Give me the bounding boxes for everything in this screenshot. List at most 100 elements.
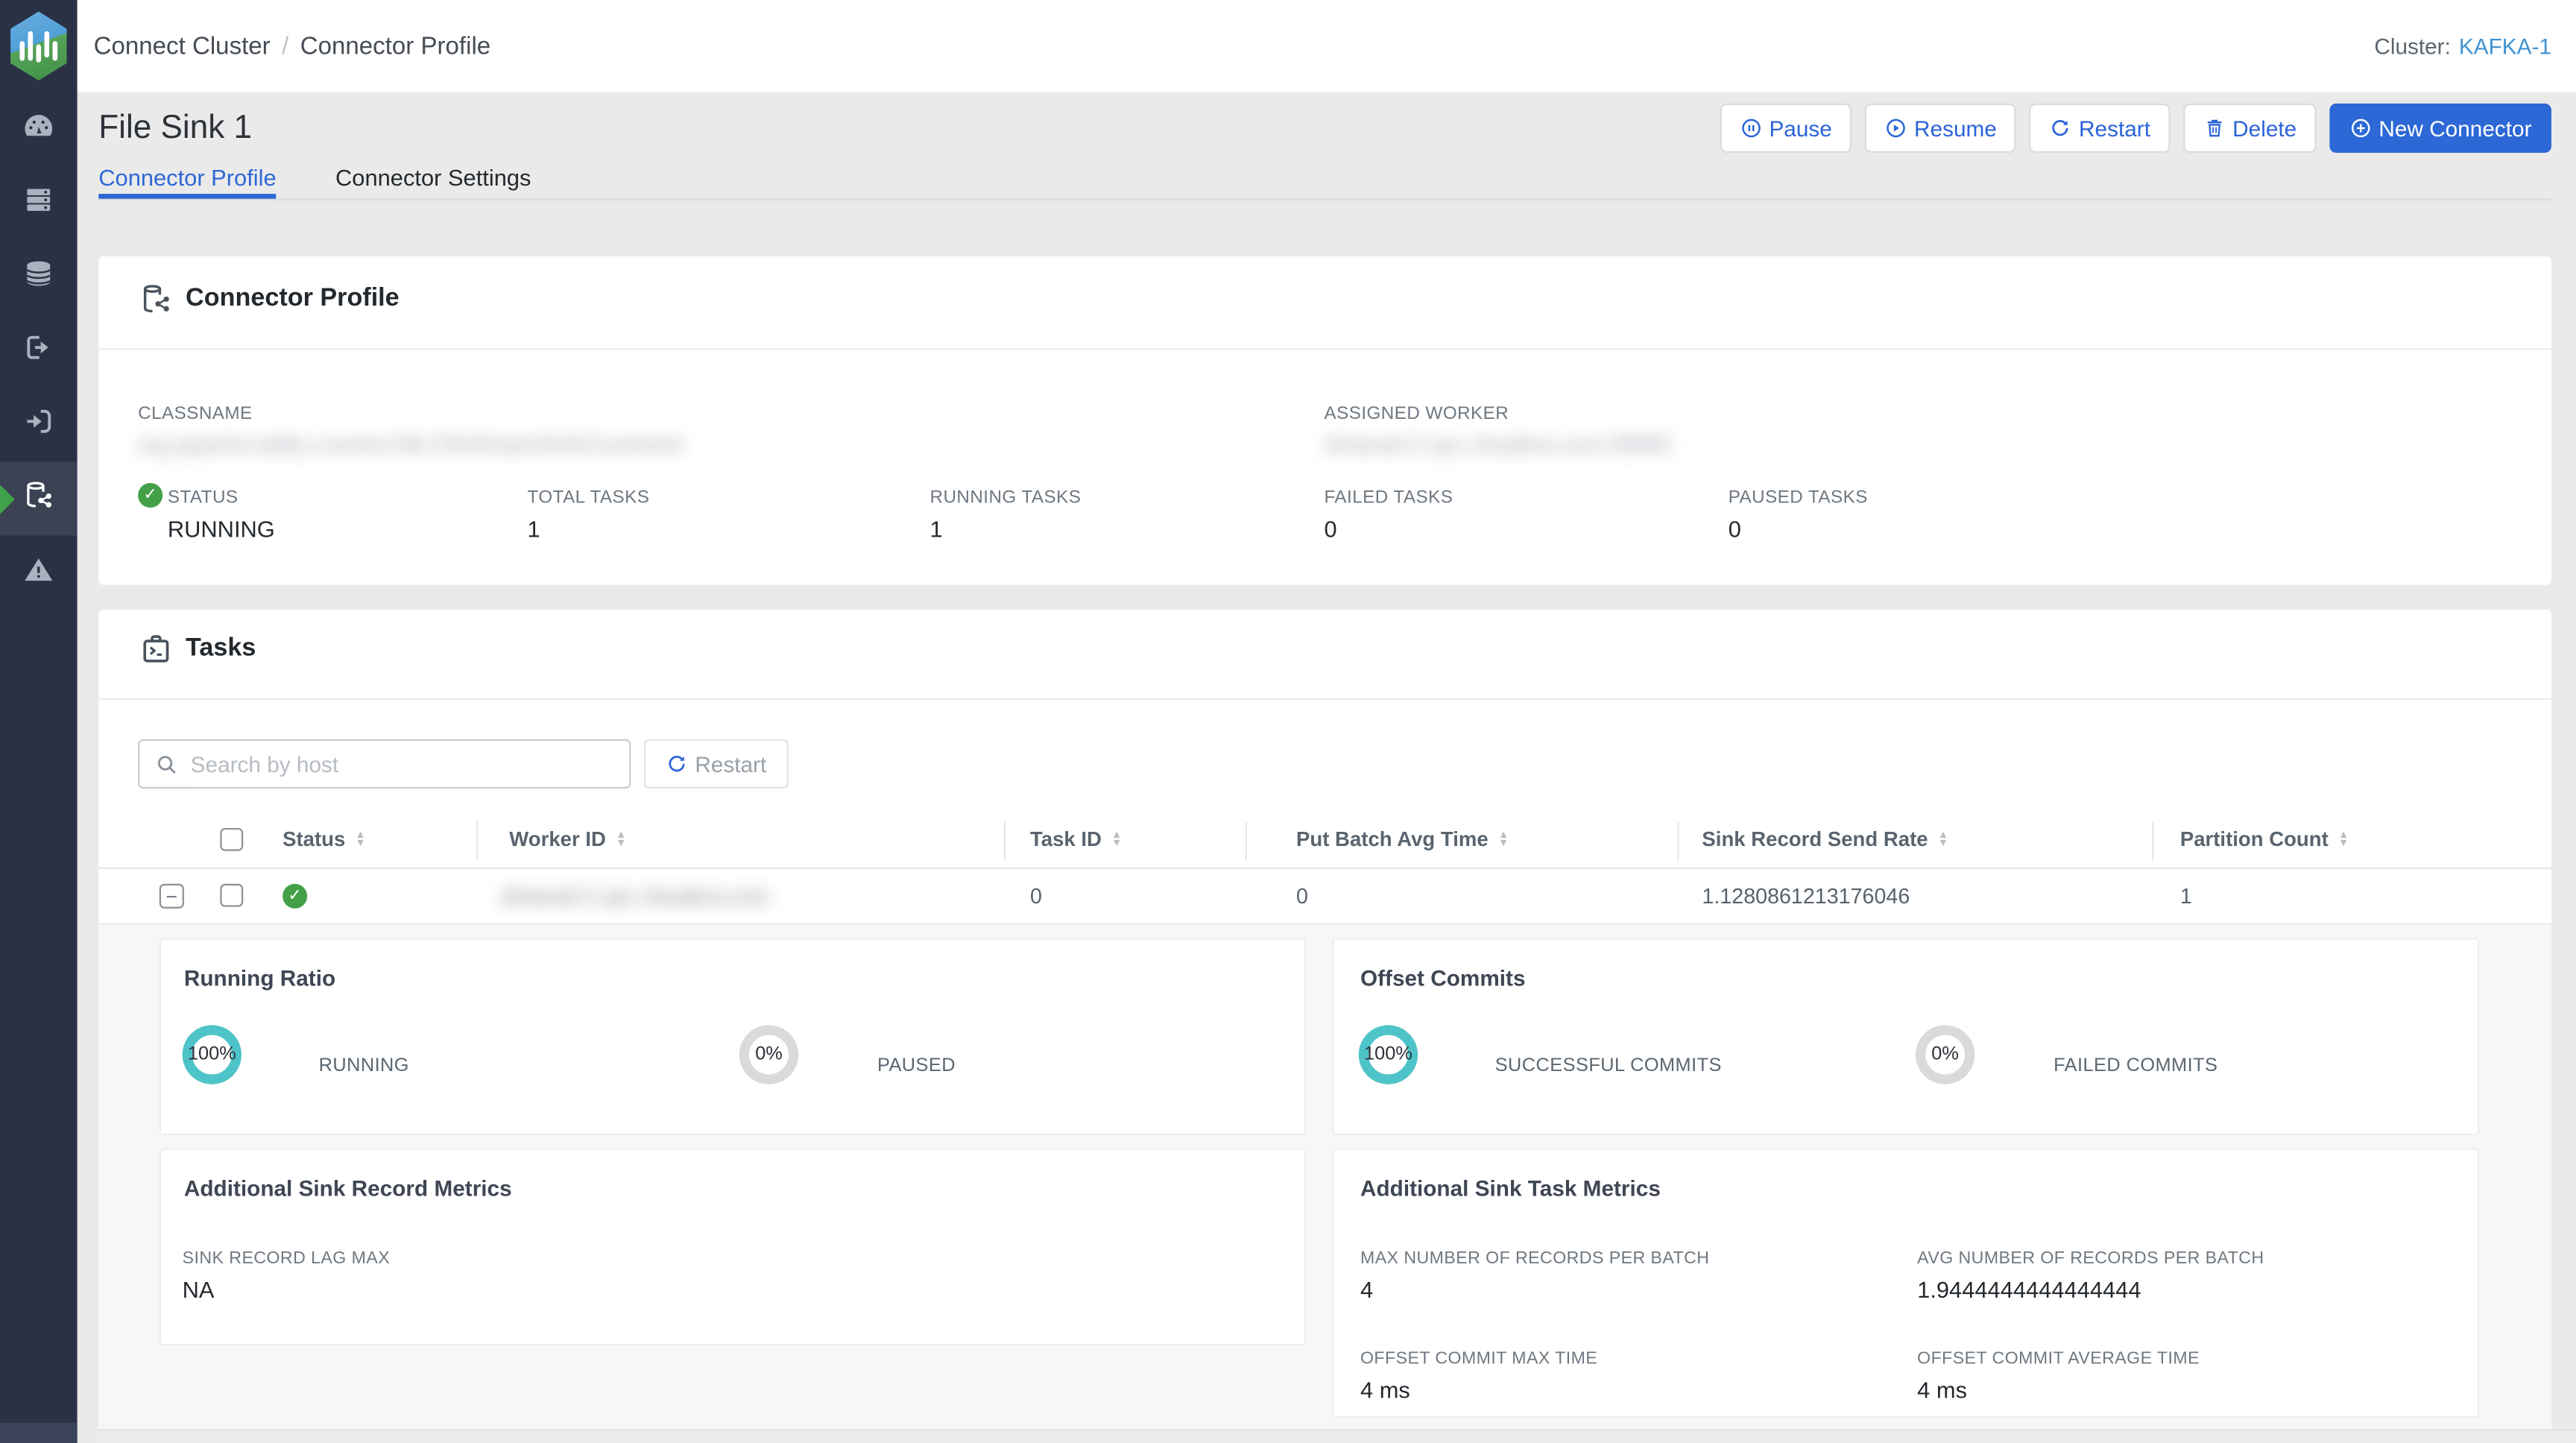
tab-connector-profile[interactable]: Connector Profile bbox=[98, 164, 276, 198]
task-status-running-icon: ✓ bbox=[282, 884, 307, 909]
breadcrumb-separator: / bbox=[282, 32, 288, 60]
total-tasks-label: TOTAL TASKS bbox=[528, 488, 650, 508]
smm-logo-icon bbox=[7, 11, 70, 80]
horizontal-scrollbar[interactable] bbox=[98, 1430, 2576, 1443]
restart-tasks-button[interactable]: Restart bbox=[644, 739, 788, 789]
offset-commit-average-time-label: OFFSET COMMIT AVERAGE TIME bbox=[1917, 1349, 2200, 1368]
col-sink-record-send-rate[interactable]: Sink Record Send Rate▲▼ bbox=[1702, 828, 1948, 851]
cell-put-batch-avg-time: 0 bbox=[1296, 884, 1308, 909]
resume-button[interactable]: Resume bbox=[1865, 104, 2016, 153]
topbar: Connect Cluster / Connector Profile Clus… bbox=[78, 0, 2576, 92]
sidebar-item-producers[interactable] bbox=[0, 314, 78, 388]
cell-sink-record-send-rate: 1.1280861213176046 bbox=[1702, 884, 1910, 909]
search-input[interactable] bbox=[191, 741, 621, 787]
avg-records-per-batch-label: AVG NUMBER OF RECORDS PER BATCH bbox=[1917, 1248, 2264, 1268]
sidebar-item-topics[interactable] bbox=[0, 240, 78, 314]
tasks-card: Tasks Restart Status▲▼ Worker ID▲▼ Task … bbox=[98, 610, 2551, 1443]
page-head: File Sink 1 Pause Resume Restart Delete bbox=[98, 92, 2551, 164]
restart-button[interactable]: Restart bbox=[2030, 104, 2170, 153]
tasks-table-header: Status▲▼ Worker ID▲▼ Task ID▲▼ Put Batch… bbox=[98, 813, 2551, 869]
tasks-card-title: Tasks bbox=[186, 634, 256, 664]
divider bbox=[98, 348, 2551, 350]
sink-task-metrics-card: Additional Sink Task Metrics MAX NUMBER … bbox=[1333, 1149, 2479, 1418]
successful-commits-label: SUCCESSFUL COMMITS bbox=[1495, 1056, 1722, 1076]
sink-record-lag-max-value: NA bbox=[183, 1277, 215, 1303]
refresh-icon bbox=[666, 752, 689, 775]
assigned-worker-label: ASSIGNED WORKER bbox=[1324, 404, 1509, 423]
delete-button[interactable]: Delete bbox=[2183, 104, 2317, 153]
col-worker-id[interactable]: Worker ID▲▼ bbox=[509, 828, 626, 851]
brokers-icon bbox=[22, 182, 56, 224]
paused-tasks-label: PAUSED TASKS bbox=[1729, 488, 1868, 508]
data-out-icon bbox=[22, 329, 56, 372]
failed-tasks-value: 0 bbox=[1324, 516, 1336, 542]
sidebar-item-consumers[interactable] bbox=[0, 388, 78, 461]
classname-value-redacted: org.apache.kafka.connect.file.FileStream… bbox=[138, 432, 685, 457]
search-box bbox=[138, 739, 631, 789]
col-task-id[interactable]: Task ID▲▼ bbox=[1030, 828, 1122, 851]
alerts-icon bbox=[22, 551, 56, 593]
offset-commits-title: Offset Commits bbox=[1360, 966, 1526, 991]
connector-profile-card: Connector Profile CLASSNAME org.apache.k… bbox=[98, 256, 2551, 585]
cluster-selector: Cluster: KAFKA-1 bbox=[2374, 0, 2551, 92]
tab-connector-settings[interactable]: Connector Settings bbox=[335, 164, 531, 198]
play-circle-icon bbox=[1884, 116, 1907, 139]
collapse-row-button[interactable]: − bbox=[160, 884, 184, 909]
col-status[interactable]: Status▲▼ bbox=[282, 828, 366, 851]
offset-commit-max-time-value: 4 ms bbox=[1360, 1377, 1410, 1403]
cluster-label: Cluster: bbox=[2374, 34, 2451, 58]
max-records-per-batch-label: MAX NUMBER OF RECORDS PER BATCH bbox=[1360, 1248, 1709, 1268]
connector-profile-card-title: Connector Profile bbox=[186, 284, 400, 314]
status-check-icon: ✓ bbox=[138, 483, 162, 508]
select-all-checkbox[interactable] bbox=[220, 828, 243, 851]
breadcrumb-connector-profile: Connector Profile bbox=[300, 32, 490, 60]
data-in-icon bbox=[22, 403, 56, 446]
app-canvas: Connect Cluster / Connector Profile Clus… bbox=[0, 0, 2576, 1443]
tab-bar: Connector Profile Connector Settings bbox=[98, 164, 2551, 200]
status-value: RUNNING bbox=[168, 516, 275, 542]
main-content: File Sink 1 Pause Resume Restart Delete bbox=[78, 92, 2576, 1443]
divider bbox=[98, 698, 2551, 700]
offset-commit-max-time-label: OFFSET COMMIT MAX TIME bbox=[1360, 1349, 1597, 1368]
sort-icon: ▲▼ bbox=[1498, 831, 1509, 847]
column-separator bbox=[476, 821, 478, 861]
breadcrumb-connect-cluster[interactable]: Connect Cluster bbox=[94, 32, 271, 60]
plus-circle-icon bbox=[2349, 116, 2373, 139]
sidebar-item-alerts[interactable] bbox=[0, 536, 78, 610]
connect-icon bbox=[22, 477, 56, 520]
column-separator bbox=[1677, 821, 1679, 861]
sink-record-metrics-card: Additional Sink Record Metrics SINK RECO… bbox=[160, 1149, 1306, 1345]
task-table-row[interactable]: − ✓ dmarsal-2.vpc.cloudera.com 0 0 1.128… bbox=[98, 869, 2551, 925]
col-put-batch-avg-time[interactable]: Put Batch Avg Time▲▼ bbox=[1296, 828, 1509, 851]
failed-tasks-label: FAILED TASKS bbox=[1324, 488, 1453, 508]
successful-commits-ring: 100% bbox=[1359, 1025, 1418, 1084]
sort-icon: ▲▼ bbox=[1111, 831, 1122, 847]
refresh-icon bbox=[2049, 116, 2072, 139]
sidebar-item-overview[interactable] bbox=[0, 92, 78, 165]
sidebar-item-brokers[interactable] bbox=[0, 166, 78, 240]
page-title: File Sink 1 bbox=[98, 110, 252, 148]
cluster-name-link[interactable]: KAFKA-1 bbox=[2459, 34, 2551, 58]
col-partition-count[interactable]: Partition Count▲▼ bbox=[2180, 828, 2349, 851]
total-tasks-value: 1 bbox=[528, 516, 540, 542]
paused-tasks-value: 0 bbox=[1729, 516, 1741, 542]
sort-icon: ▲▼ bbox=[356, 831, 366, 847]
running-label: RUNNING bbox=[319, 1056, 409, 1076]
connector-profile-icon bbox=[138, 281, 174, 326]
pause-button[interactable]: Pause bbox=[1720, 104, 1852, 153]
status-label: STATUS bbox=[168, 488, 239, 508]
sink-record-metrics-title: Additional Sink Record Metrics bbox=[184, 1176, 512, 1201]
sort-icon: ▲▼ bbox=[616, 831, 626, 847]
running-ratio-card: Running Ratio 100% RUNNING 0% PAUSED bbox=[160, 938, 1306, 1135]
app-logo[interactable] bbox=[0, 0, 78, 92]
running-tasks-value: 1 bbox=[930, 516, 943, 542]
offset-commit-average-time-value: 4 ms bbox=[1917, 1377, 1967, 1403]
max-records-per-batch-value: 4 bbox=[1360, 1277, 1373, 1303]
assigned-worker-value-redacted: dmarsal-2.vpc.cloudera.com:28083 bbox=[1324, 432, 1670, 457]
failed-commits-ring: 0% bbox=[1916, 1025, 1974, 1084]
failed-commits-label: FAILED COMMITS bbox=[2053, 1056, 2217, 1076]
new-connector-button[interactable]: New Connector bbox=[2329, 104, 2551, 153]
row-checkbox[interactable] bbox=[220, 884, 243, 907]
column-separator bbox=[2152, 821, 2153, 861]
sidebar-item-connect[interactable] bbox=[0, 461, 78, 535]
